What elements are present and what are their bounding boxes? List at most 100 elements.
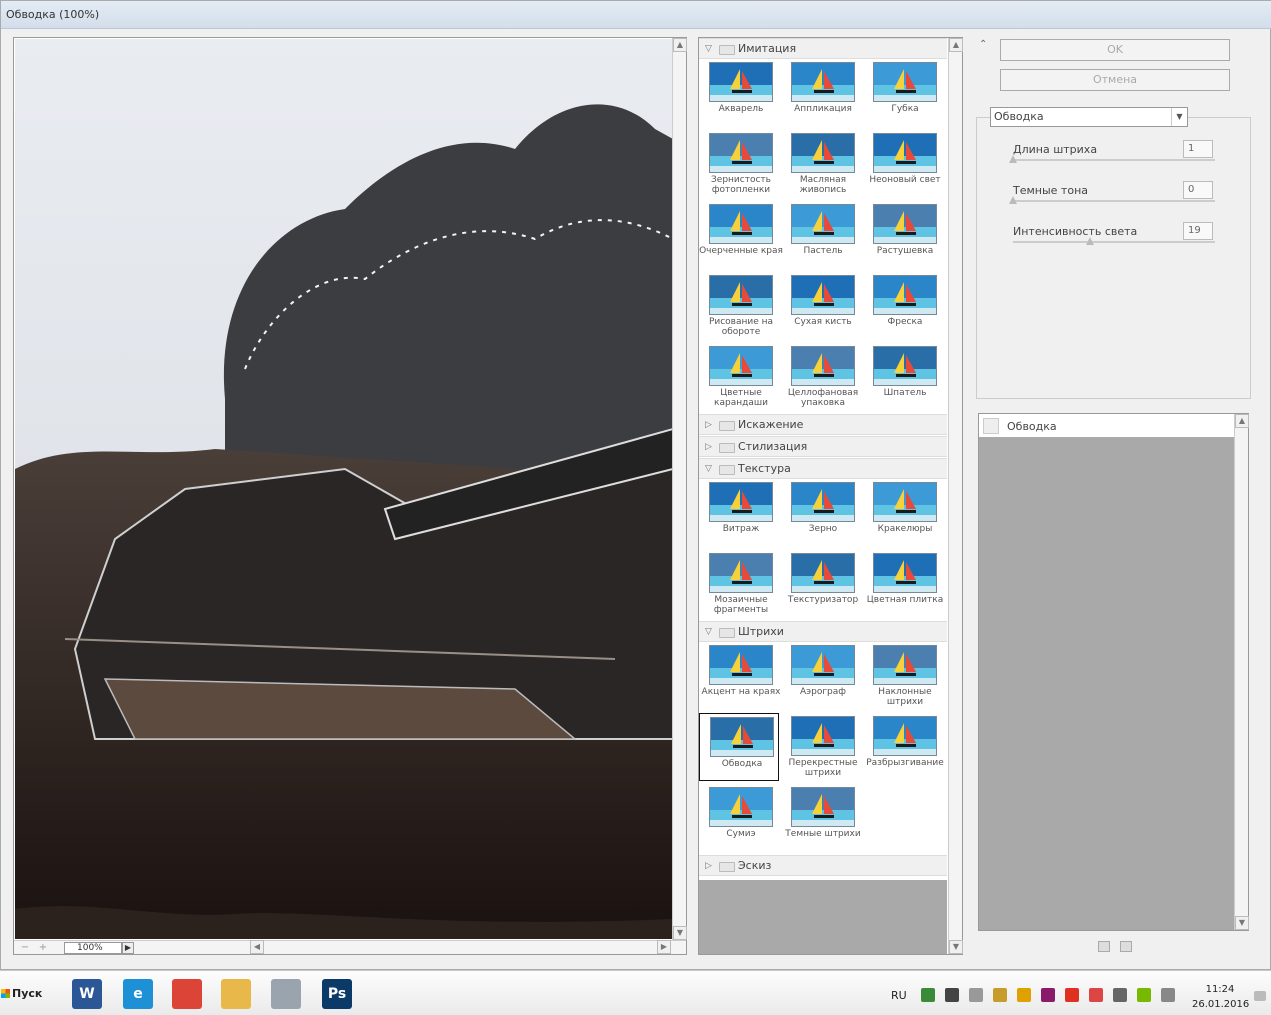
tray-app-icon[interactable] (1113, 988, 1127, 1002)
filter-thumb[interactable]: Аэрограф (781, 642, 861, 710)
category-3[interactable]: ▽ Текстура (699, 458, 947, 479)
chevron-down-icon[interactable]: ▽ (705, 459, 712, 479)
filter-thumb[interactable]: Цветная плитка (863, 550, 943, 618)
taskbar-app-calculator[interactable] (266, 976, 306, 1012)
clock[interactable]: 11:24 26.01.2016 (1192, 982, 1249, 1012)
zoom-dropdown-arrow-icon[interactable]: ▶ (122, 942, 134, 954)
taskbar-app-explorer[interactable] (216, 976, 256, 1012)
tray-app-icon[interactable] (1041, 988, 1055, 1002)
filter-thumb[interactable]: Сухая кисть (781, 272, 861, 340)
zoom-out-button[interactable]: − (18, 942, 32, 954)
scroll-left-arrow-icon[interactable]: ◀ (250, 940, 264, 954)
layers-scroll-up-icon[interactable]: ▲ (1235, 414, 1249, 428)
chevron-right-icon[interactable]: ▷ (705, 437, 712, 457)
eye-icon[interactable] (983, 418, 999, 434)
filter-thumb[interactable]: Цветные карандаши (699, 343, 779, 411)
param-value-field[interactable]: 19 (1183, 222, 1213, 240)
filter-thumb[interactable]: Акцент на краях (699, 642, 780, 710)
filter-thumb[interactable]: Текстуризатор (781, 550, 861, 618)
filter-thumb[interactable]: Целлофановая упаковка (781, 343, 861, 411)
preview-vertical-scrollbar[interactable]: ▲ ▼ (672, 38, 687, 940)
filter-thumb[interactable]: Перекрестные штрихи (781, 713, 861, 781)
filter-label: Неоновый свет (869, 175, 941, 185)
layers-scrollbar[interactable]: ▲ ▼ (1234, 414, 1249, 930)
filter-thumb[interactable]: Мозаичные фрагменты (699, 550, 779, 618)
tray-app-icon[interactable] (993, 988, 1007, 1002)
tray-app-icon[interactable] (945, 988, 959, 1002)
cancel-button[interactable]: Отмена (1000, 69, 1230, 91)
gallery-scrollbar[interactable]: ▲ ▼ (948, 38, 963, 954)
ok-button[interactable]: OK (1000, 39, 1230, 61)
collapse-gallery-icon[interactable]: ⌃ (979, 39, 991, 51)
scroll-right-arrow-icon[interactable]: ▶ (657, 940, 671, 954)
filter-thumb[interactable]: Сумиэ (699, 784, 779, 852)
zoom-in-button[interactable]: + (36, 942, 50, 954)
category-4[interactable]: ▽ Штрихи (699, 621, 947, 642)
filter-thumb[interactable]: Очерченные края (699, 201, 783, 269)
category-1[interactable]: ▷ Искажение (699, 414, 947, 435)
category-0[interactable]: ▽ Имитация (699, 38, 947, 59)
param-value-field[interactable]: 0 (1183, 181, 1213, 199)
filter-thumb[interactable]: Зерно (781, 479, 861, 547)
filter-thumb[interactable]: Темные штрихи (781, 784, 861, 852)
taskbar-app-ie[interactable]: e (118, 976, 158, 1012)
slider-handle[interactable] (1009, 155, 1017, 163)
flag-icon[interactable] (1161, 988, 1175, 1002)
trash-icon[interactable] (1120, 941, 1132, 952)
chevron-down-icon[interactable]: ▼ (1171, 108, 1187, 126)
filter-thumb[interactable]: Масляная живопись (781, 130, 861, 198)
preview-image[interactable] (15, 39, 673, 939)
filter-thumb[interactable]: Витраж (699, 479, 779, 547)
param-slider-track[interactable] (1013, 200, 1215, 202)
filter-thumb[interactable]: Растушевка (863, 201, 943, 269)
taskbar-app-chrome[interactable] (167, 976, 207, 1012)
filter-thumb[interactable]: Кракелюры (863, 479, 943, 547)
taskbar-app-photoshop[interactable]: Ps (317, 976, 357, 1012)
tray-app-icon[interactable] (1137, 988, 1151, 1002)
category-5[interactable]: ▷ Эскиз (699, 855, 947, 876)
chevron-right-icon[interactable]: ▷ (705, 856, 712, 876)
slider-handle[interactable] (1085, 237, 1094, 245)
tray-app-icon[interactable] (1089, 988, 1103, 1002)
param-slider-track[interactable] (1013, 241, 1215, 243)
tray-app-icon[interactable] (1065, 988, 1079, 1002)
filter-thumb[interactable]: Пастель (781, 201, 861, 269)
param-row: Длина штриха 1 (1009, 140, 1218, 181)
filter-thumb[interactable]: Рисование на обороте (699, 272, 779, 340)
tray-app-icon[interactable] (921, 988, 935, 1002)
show-desktop-icon[interactable] (1254, 991, 1266, 1001)
tray-app-icon[interactable] (969, 988, 983, 1002)
zoom-level-field[interactable]: 100% (64, 942, 122, 954)
filter-label: Сухая кисть (794, 317, 852, 327)
layers-scroll-down-icon[interactable]: ▼ (1235, 916, 1249, 930)
filter-thumb[interactable]: Аппликация (781, 59, 861, 127)
filter-thumb[interactable]: Зернистость фотопленки (699, 130, 779, 198)
chevron-down-icon[interactable]: ▽ (705, 622, 712, 642)
filter-thumb[interactable]: Неоновый свет (863, 130, 943, 198)
filter-thumb[interactable]: Губка (863, 59, 943, 127)
scroll-up-arrow-icon[interactable]: ▲ (673, 38, 687, 52)
param-value-field[interactable]: 1 (1183, 140, 1213, 158)
filter-thumb[interactable]: Фреска (863, 272, 943, 340)
chevron-right-icon[interactable]: ▷ (705, 415, 712, 435)
slider-handle[interactable] (1009, 196, 1017, 204)
filter-select[interactable]: Обводка ▼ (990, 107, 1188, 127)
chevron-down-icon[interactable]: ▽ (705, 39, 712, 59)
tray-app-icon[interactable] (1017, 988, 1031, 1002)
preview-pane[interactable]: ▲ ▼ − + 100% ▶ ◀ ▶ (13, 37, 687, 955)
gallery-scroll-up-icon[interactable]: ▲ (949, 38, 963, 52)
filter-thumb[interactable]: Наклонные штрихи (863, 642, 943, 710)
filter-thumb[interactable]: Обводка (699, 713, 779, 781)
effect-layer-row[interactable]: Обводка (979, 414, 1234, 438)
filter-thumb[interactable]: Шпатель (863, 343, 943, 411)
new-layer-icon[interactable] (1098, 941, 1110, 952)
language-indicator[interactable]: RU (891, 989, 907, 1002)
category-2[interactable]: ▷ Стилизация (699, 436, 947, 457)
param-slider-track[interactable] (1013, 159, 1215, 161)
start-button[interactable]: Пуск (0, 983, 46, 1005)
filter-thumb[interactable]: Акварель (699, 59, 779, 127)
gallery-scroll-down-icon[interactable]: ▼ (949, 940, 963, 954)
filter-thumb[interactable]: Разбрызгивание (863, 713, 944, 781)
scroll-down-arrow-icon[interactable]: ▼ (673, 926, 687, 940)
taskbar-app-word[interactable]: W (67, 976, 107, 1012)
